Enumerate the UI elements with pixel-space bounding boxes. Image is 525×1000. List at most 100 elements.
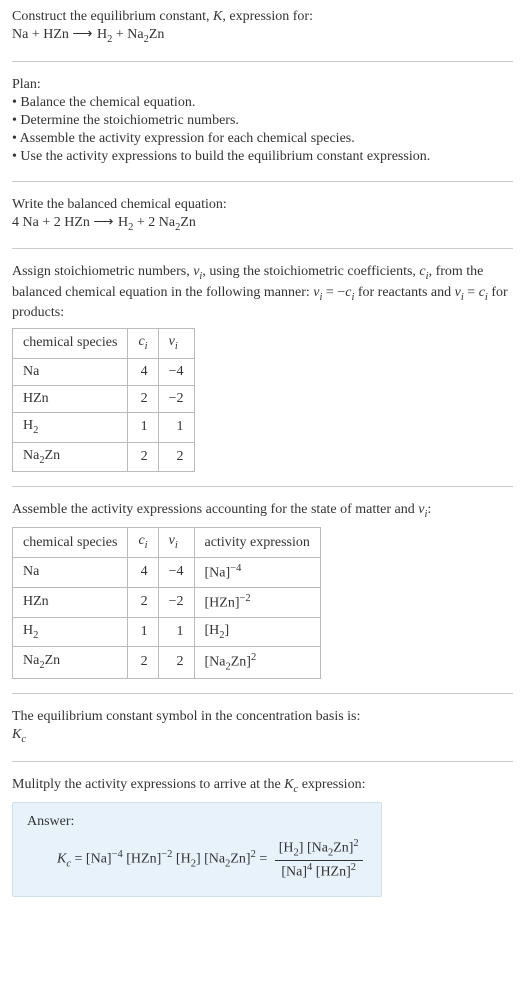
cell-c: 2 <box>128 442 158 471</box>
ans-t4-pre: [Na <box>201 852 226 867</box>
table-header-row: chemical species ci νi activity expressi… <box>13 528 321 557</box>
assemble-section: Assemble the activity expressions accoun… <box>12 501 513 521</box>
mult-text-b: expression: <box>298 777 365 792</box>
act-sup: −2 <box>240 593 251 604</box>
prompt-line1-b: , expression for: <box>222 9 313 24</box>
mult-text-a: Mulitply the activity expressions to arr… <box>12 777 284 792</box>
symbol-section: The equilibrium constant symbol in the c… <box>12 708 513 747</box>
cell-nu: −2 <box>158 587 194 617</box>
table-row: H2 1 1 [H2] <box>13 617 321 646</box>
Kc-sub: c <box>21 734 26 745</box>
prompt-line1-a: Construct the equilibrium constant, <box>12 9 213 24</box>
num-a-pre: [H <box>279 841 294 856</box>
Kc-K: K <box>284 777 293 792</box>
plan-bullet-4: • Use the activity expressions to build … <box>12 148 513 166</box>
cell-species: H2 <box>13 413 128 442</box>
species-sub: 2 <box>33 629 38 640</box>
ans-eq: = <box>71 852 86 867</box>
cell-activity: [Na]−4 <box>194 557 320 587</box>
act-sup: −4 <box>230 563 241 574</box>
th-ci: ci <box>128 528 158 557</box>
balanced-section: Write the balanced chemical equation: 4 … <box>12 196 513 235</box>
cell-activity: [H2] <box>194 617 320 646</box>
cell-c: 2 <box>128 646 158 678</box>
assign-text-b: , using the stoichiometric coefficients, <box>202 264 419 279</box>
th-ci: ci <box>128 329 158 358</box>
den-b: [HZn] <box>312 865 351 880</box>
cell-nu: 2 <box>158 442 194 471</box>
cell-nu: −4 <box>158 557 194 587</box>
assign-text-d: for reactants and <box>354 285 454 300</box>
reaction-arrow-icon: ⟶ <box>93 215 114 230</box>
cell-species: H2 <box>13 617 128 646</box>
divider <box>12 761 513 762</box>
th-activity: activity expression <box>194 528 320 557</box>
cell-activity: [Na2Zn]2 <box>194 646 320 678</box>
th-nu-sub: i <box>175 341 178 352</box>
multiply-section: Mulitply the activity expressions to arr… <box>12 776 513 796</box>
plan-heading: Plan: <box>12 76 513 94</box>
species-tail: Zn <box>45 653 61 668</box>
ans-eq2: = <box>256 852 271 867</box>
den-a: [Na] <box>281 865 307 880</box>
species-text: Na <box>23 364 39 379</box>
species-text: Na <box>23 653 39 668</box>
table-row: Na2Zn 2 2 <box>13 442 195 471</box>
prompt-K: K <box>213 9 222 24</box>
unbalanced-rhs: H2 + Na2Zn <box>97 27 164 42</box>
cell-nu: −4 <box>158 358 194 385</box>
species-text: Na <box>23 448 39 463</box>
balanced-rhs: H2 + 2 Na2Zn <box>118 215 196 230</box>
divider <box>12 61 513 62</box>
cell-nu: 1 <box>158 413 194 442</box>
cell-c: 2 <box>128 385 158 412</box>
species-text: HZn <box>23 391 49 406</box>
ans-t1-sup: −4 <box>112 849 123 860</box>
symbol-line: The equilibrium constant symbol in the c… <box>12 708 513 726</box>
th-c-sub: i <box>145 341 148 352</box>
act-body: [Na] <box>205 565 231 580</box>
species-text: HZn <box>23 594 49 609</box>
species-text: Na <box>23 564 39 579</box>
act-body: [HZn] <box>205 595 240 610</box>
divider <box>12 248 513 249</box>
cell-species: HZn <box>13 385 128 412</box>
cell-species: Na2Zn <box>13 646 128 678</box>
cell-species: HZn <box>13 587 128 617</box>
th-c-sub: i <box>145 540 148 551</box>
plan-bullet-1: • Balance the chemical equation. <box>12 94 513 112</box>
rhs-h: H <box>97 27 107 42</box>
table-row: H2 1 1 <box>13 413 195 442</box>
bal-h: H <box>118 215 128 230</box>
table-row: Na 4 −4 [Na]−4 <box>13 557 321 587</box>
table-header-row: chemical species ci νi <box>13 329 195 358</box>
activity-table: chemical species ci νi activity expressi… <box>12 527 321 679</box>
th-species: chemical species <box>13 528 128 557</box>
species-text: H <box>23 418 33 433</box>
bal-zn: Zn <box>180 215 196 230</box>
cell-nu: −2 <box>158 385 194 412</box>
cell-nu: 2 <box>158 646 194 678</box>
act-sup: 2 <box>251 652 256 663</box>
th-nui: νi <box>158 329 194 358</box>
cell-species: Na2Zn <box>13 442 128 471</box>
prompt-section: Construct the equilibrium constant, K, e… <box>12 8 513 47</box>
assign-text-a: Assign stoichiometric numbers, <box>12 264 193 279</box>
cell-species: Na <box>13 358 128 385</box>
unbalanced-lhs: Na + HZn <box>12 27 69 42</box>
num-b-post: Zn] <box>333 841 353 856</box>
table-row: Na2Zn 2 2 [Na2Zn]2 <box>13 646 321 678</box>
species-sub: 2 <box>33 425 38 436</box>
species-text: H <box>23 623 33 638</box>
answer-fraction: [H2] [Na2Zn]2 [Na]4 [HZn]2 <box>275 837 363 882</box>
ans-K: K <box>57 852 66 867</box>
cell-c: 4 <box>128 358 158 385</box>
num-b-sup: 2 <box>353 838 358 849</box>
act-post: Zn] <box>231 655 251 670</box>
reaction-arrow-icon: ⟶ <box>72 27 93 42</box>
cell-c: 2 <box>128 587 158 617</box>
stoich-table: chemical species ci νi Na 4 −4 HZn 2 −2 … <box>12 328 195 472</box>
ans-t1: [Na] <box>86 852 112 867</box>
table-row: HZn 2 −2 <box>13 385 195 412</box>
balanced-lhs: 4 Na + 2 HZn <box>12 215 90 230</box>
